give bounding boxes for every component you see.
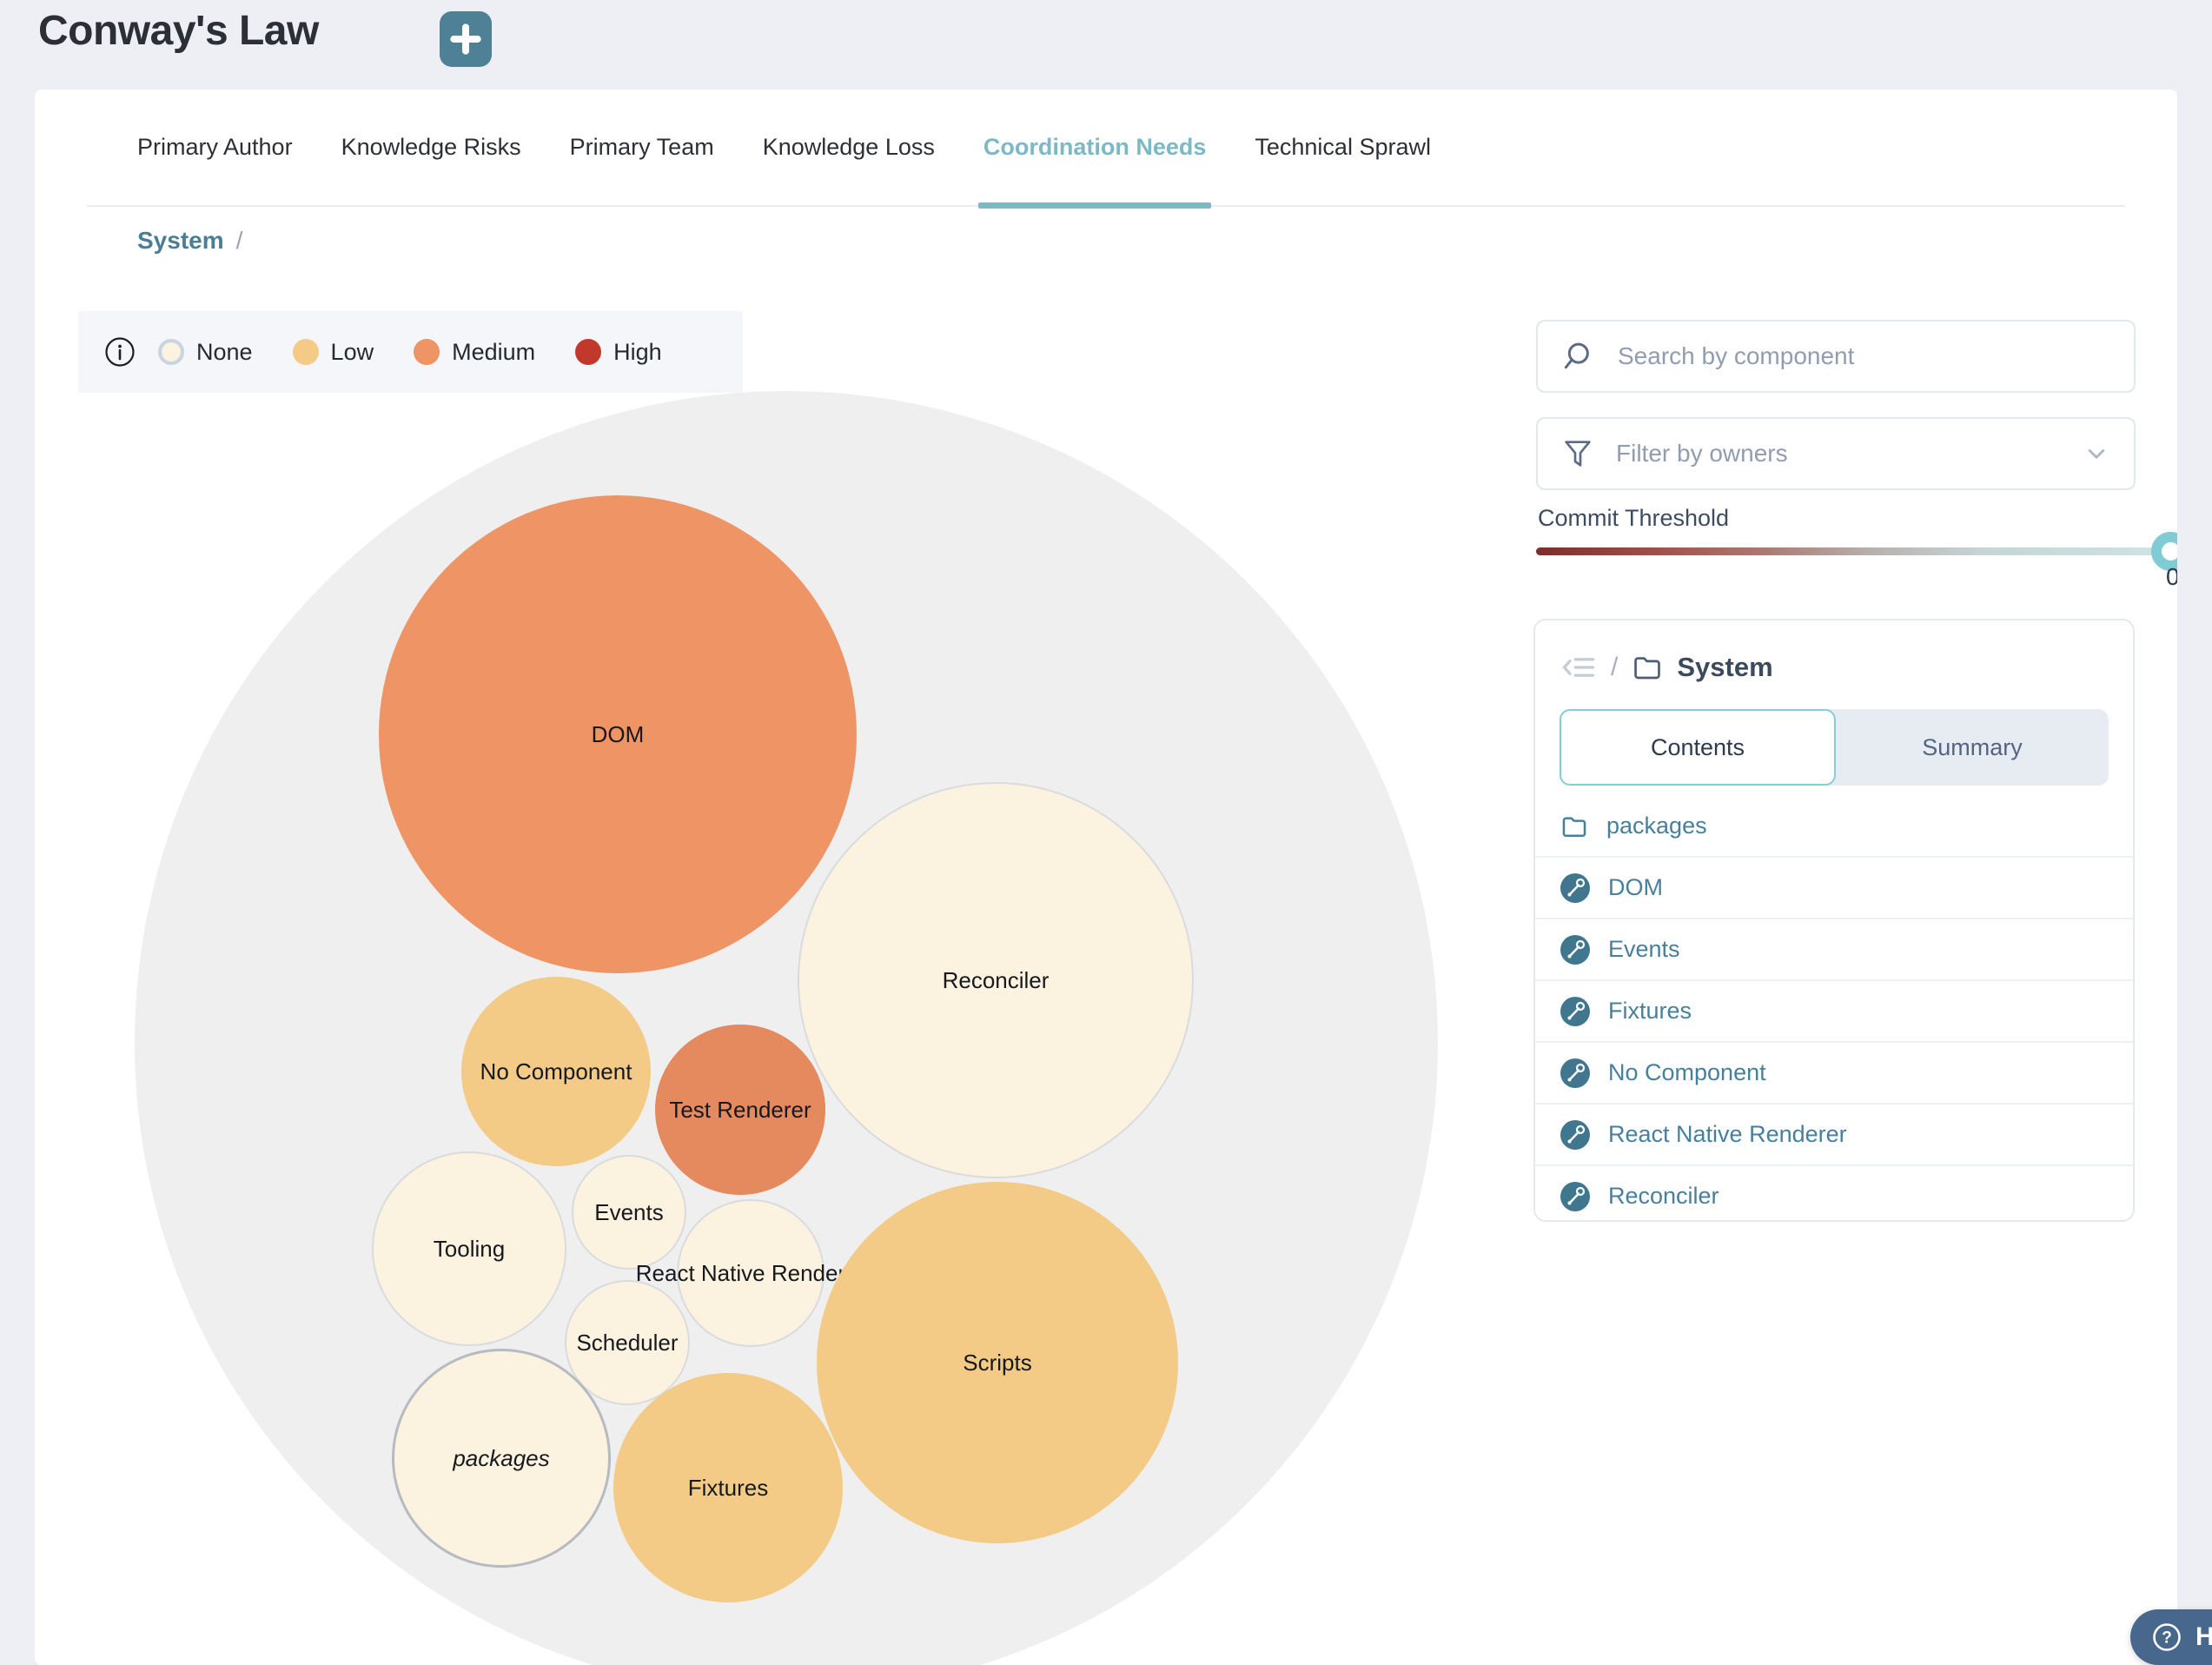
filter-placeholder: Filter by owners — [1616, 440, 2082, 468]
chevron-down-icon — [2082, 439, 2111, 468]
slider-value: 0 — [2166, 563, 2177, 591]
bubble-tooling[interactable]: Tooling — [372, 1151, 566, 1346]
bubble-react-native-renderer[interactable]: React Native Renderer — [677, 1199, 825, 1347]
panel-contents-list: packagesDOMEventsFixturesNo ComponentRea… — [1535, 796, 2133, 1226]
add-map-button[interactable] — [440, 11, 492, 67]
panel-tab-switcher: Contents Summary — [1560, 709, 2109, 786]
legend-dot-medium — [414, 339, 440, 365]
legend-item-medium: Medium — [414, 339, 535, 366]
page: Conway's Law Primary AuthorKnowledge Ris… — [0, 0, 2212, 1665]
panel-header: / System — [1560, 648, 2109, 687]
bubble-scripts[interactable]: Scripts — [817, 1182, 1178, 1543]
component-icon — [1560, 872, 1591, 904]
component-icon — [1560, 1058, 1591, 1089]
filter-icon — [1560, 436, 1595, 471]
bubble-packages[interactable]: packages — [392, 1349, 611, 1568]
panel-title: System — [1677, 652, 1772, 683]
panel-item-fixtures[interactable]: Fixtures — [1535, 981, 2133, 1043]
content-card: Primary AuthorKnowledge RisksPrimary Tea… — [35, 90, 2177, 1665]
help-button[interactable]: ? Help — [2130, 1609, 2212, 1665]
bubble-no-component[interactable]: No Component — [461, 977, 651, 1166]
tree-back-icon[interactable] — [1560, 648, 1598, 687]
component-icon — [1560, 1181, 1591, 1212]
legend-dot-low — [293, 339, 319, 365]
legend-dot-high — [575, 339, 601, 365]
legend-item-none: None — [158, 339, 253, 366]
legend-item-low: Low — [293, 339, 374, 366]
panel-item-no-component[interactable]: No Component — [1535, 1043, 2133, 1104]
bubble-test-renderer[interactable]: Test Renderer — [655, 1025, 825, 1195]
owners-filter-dropdown[interactable]: Filter by owners — [1536, 417, 2136, 490]
folder-icon — [1560, 812, 1589, 841]
panel-item-reconciler[interactable]: Reconciler — [1535, 1166, 2133, 1226]
plus-icon — [449, 23, 482, 56]
bubble-dom[interactable]: DOM — [379, 495, 857, 973]
panel-separator: / — [1611, 653, 1618, 682]
panel-item-dom[interactable]: DOM — [1535, 858, 2133, 919]
legend-items: None Low Medium High — [158, 339, 662, 366]
commit-threshold-label: Commit Threshold — [1538, 505, 1729, 532]
info-icon[interactable] — [104, 336, 136, 368]
panel-item-events[interactable]: Events — [1535, 919, 2133, 981]
help-icon: ? — [2151, 1622, 2182, 1653]
legend-item-high: High — [575, 339, 662, 366]
search-icon — [1560, 339, 1595, 374]
search-box[interactable] — [1536, 320, 2136, 393]
component-icon — [1560, 1119, 1591, 1151]
bubble-fixtures[interactable]: Fixtures — [613, 1373, 843, 1602]
component-icon — [1560, 934, 1591, 965]
tab-contents[interactable]: Contents — [1560, 709, 1836, 786]
panel-item-packages[interactable]: packages — [1535, 796, 2133, 858]
panel-item-react-native-renderer[interactable]: React Native Renderer — [1535, 1104, 2133, 1166]
svg-text:?: ? — [2162, 1629, 2172, 1648]
system-panel: / System Contents Summary packagesDOMEve… — [1533, 619, 2135, 1222]
search-input[interactable] — [1616, 342, 2134, 371]
help-label: Help — [2195, 1622, 2212, 1652]
bubble-events[interactable]: Events — [572, 1155, 686, 1270]
page-title: Conway's Law — [38, 7, 319, 55]
tab-summary[interactable]: Summary — [1836, 709, 2109, 786]
bubble-reconciler[interactable]: Reconciler — [798, 782, 1194, 1178]
commit-threshold-slider[interactable] — [1536, 547, 2177, 555]
folder-icon — [1631, 651, 1664, 684]
legend-dot-none — [158, 339, 184, 365]
component-icon — [1560, 996, 1591, 1027]
coordination-legend: None Low Medium High — [78, 311, 743, 393]
